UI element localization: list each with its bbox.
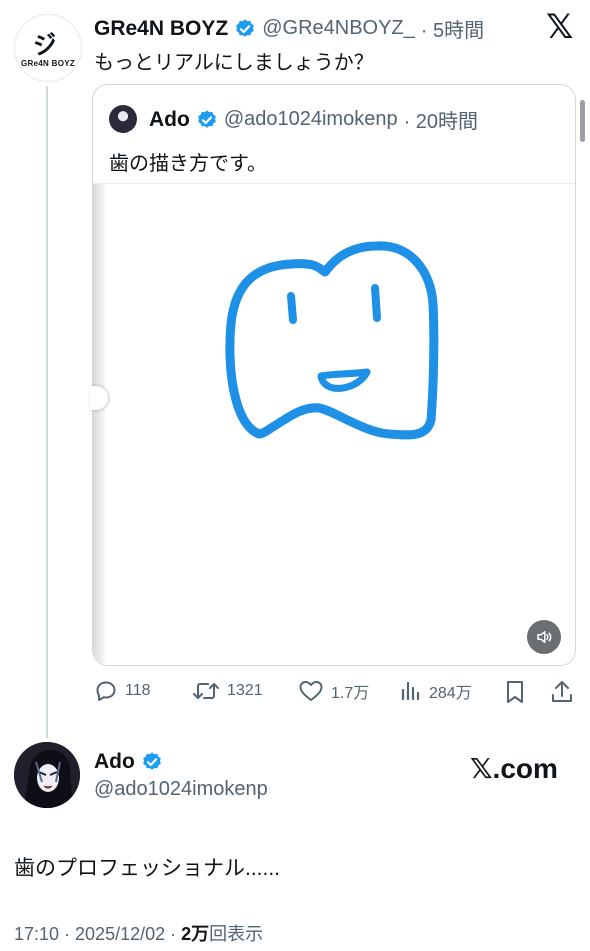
speaker-icon: [537, 631, 552, 643]
footer-author-row: Ado: [94, 750, 163, 774]
footer-timestamp[interactable]: 17:10 · 2025/12/02 ·: [14, 924, 181, 944]
quoted-tweet-card[interactable]: Ado @ado1024imokenp · 20時間 歯の描き方です。: [92, 84, 576, 666]
views-button[interactable]: 284万: [400, 679, 472, 703]
quoted-tweet-text: 歯の描き方です。: [109, 153, 267, 175]
xcom-brand: 𝕏.com: [470, 753, 558, 784]
like-count: 1.7万: [331, 685, 370, 702]
outer-author-name[interactable]: GRe4N BOYZ: [94, 17, 228, 41]
quoted-media-video[interactable]: [93, 183, 575, 665]
quoted-author-handle[interactable]: @ado1024imokenp: [224, 108, 398, 131]
x-logo-icon[interactable]: 𝕏: [546, 10, 573, 44]
quoted-tweet-header: Ado @ado1024imokenp · 20時間: [149, 105, 478, 134]
quoted-avatar[interactable]: [109, 105, 137, 133]
footer-timestamp-row: 17:10 · 2025/12/02 · 2万回表示: [14, 920, 263, 946]
scrollbar[interactable]: [580, 100, 585, 142]
share-icon: [552, 681, 572, 702]
retweet-count: 1321: [227, 682, 263, 699]
outer-tweet-header: GRe4N BOYZ @GRe4NBOYZ_ · 5時間: [94, 14, 484, 43]
footer-view-count: 2万: [181, 924, 210, 944]
footer-view-label: 回表示: [209, 924, 264, 944]
outer-tweet-text: もっとリアルにしましょうか？: [94, 52, 374, 74]
reply-button[interactable]: 118: [94, 679, 151, 703]
quoted-tweet-time[interactable]: · 20時間: [404, 105, 478, 134]
like-icon: [299, 681, 323, 701]
footer-author-name[interactable]: Ado: [94, 750, 135, 774]
verified-icon: [143, 752, 161, 770]
share-button[interactable]: [550, 679, 574, 710]
footer-author-handle[interactable]: @ado1024imokenp: [94, 778, 268, 801]
avatar-illustration: [14, 742, 80, 808]
mute-button[interactable]: [527, 620, 561, 654]
bookmark-button[interactable]: [504, 679, 526, 710]
retweet-icon: [193, 683, 219, 699]
retweet-button[interactable]: 1321: [192, 679, 263, 703]
quoted-author-name[interactable]: Ado: [149, 108, 190, 132]
bookmark-icon: [507, 681, 523, 703]
footer-avatar[interactable]: [14, 742, 80, 808]
verified-icon: [236, 18, 255, 37]
footer-tweet-text: 歯のプロフェッショナル......: [14, 857, 281, 880]
views-count: 284万: [429, 685, 472, 702]
greenboyz-logo-text: GRe4N BOYZ: [20, 59, 76, 68]
thread-line: [46, 86, 48, 738]
verified-icon: [198, 109, 216, 128]
greenboyz-mark: ジ: [31, 30, 60, 61]
views-icon: [401, 681, 420, 701]
like-button[interactable]: 1.7万: [298, 679, 369, 703]
reply-count: 118: [125, 682, 151, 699]
outer-tweet-time[interactable]: · 5時間: [421, 14, 484, 43]
reply-icon: [96, 681, 116, 701]
tooth-drawing: [225, 241, 439, 440]
outer-author-handle[interactable]: @GRe4NBOYZ_: [262, 17, 415, 40]
avatar-greenboyz[interactable]: ジ GRe4N BOYZ: [14, 14, 82, 82]
